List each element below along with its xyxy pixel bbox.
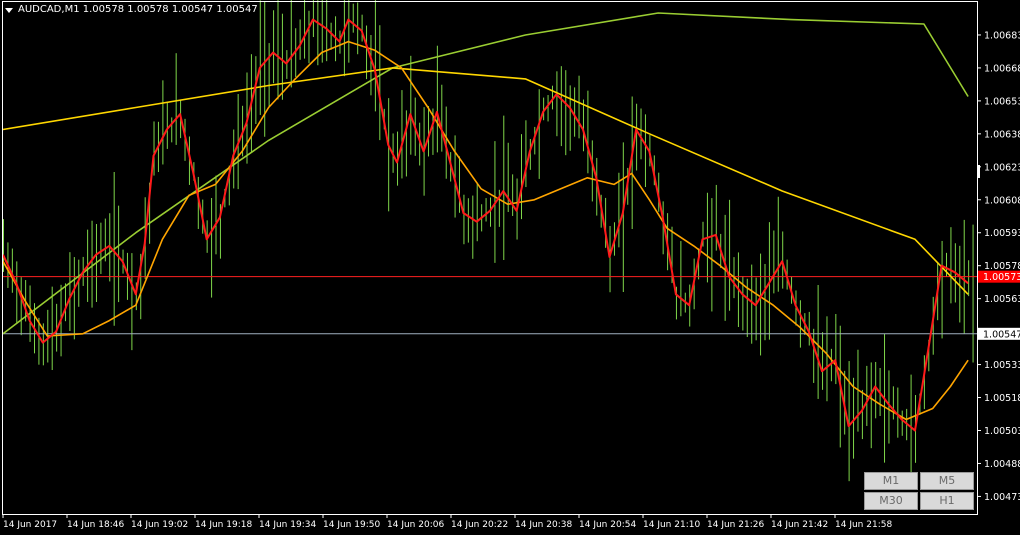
x-tick-label: 14 Jun 19:02 <box>131 520 188 530</box>
x-tick-label: 14 Jun 20:22 <box>451 520 508 530</box>
y-tick-label: 1.00593 <box>984 228 1020 239</box>
x-tick-label: 14 Jun 21:26 <box>707 520 764 530</box>
x-tick-label: 14 Jun 19:34 <box>259 520 316 530</box>
x-tick-label: 14 Jun 20:54 <box>579 520 636 530</box>
y-tick-label: 1.00518 <box>984 393 1020 404</box>
timeframe-button-m5[interactable]: M5 <box>920 472 974 490</box>
y-tick-label: 1.00473 <box>984 492 1020 503</box>
y-tick-label: 1.00488 <box>984 459 1020 470</box>
y-tick-label: 1.00653 <box>984 96 1020 107</box>
y-tick-label: 1.00638 <box>984 129 1020 140</box>
y-tick-label: 1.00668 <box>984 63 1020 74</box>
timeframe-button-h1[interactable]: H1 <box>920 492 974 510</box>
symbol-label: AUDCAD,M1 <box>18 4 80 15</box>
y-tick-label: 1.00533 <box>984 360 1020 371</box>
x-tick-label: 14 Jun 21:10 <box>643 520 700 530</box>
timeframe-button-m1[interactable]: M1 <box>864 472 918 490</box>
ohlc-values: 1.00578 1.00578 1.00547 1.00547 <box>82 4 258 15</box>
chart-background <box>0 0 1020 535</box>
x-tick-label: 14 Jun 21:58 <box>835 520 892 530</box>
bid-price-label: 1.00573 <box>983 272 1020 283</box>
menu-dropdown-icon[interactable] <box>5 8 13 13</box>
x-tick-label: 14 Jun 19:50 <box>323 520 380 530</box>
x-tick-label: 14 Jun 18:46 <box>67 520 124 530</box>
y-tick-label: 1.00608 <box>984 195 1020 206</box>
x-tick-label: 14 Jun 20:38 <box>515 520 572 530</box>
y-tick-label: 1.00623 <box>984 162 1020 173</box>
price-axis[interactable]: 1.00683 1.00668 1.00653 1.00638 1.00623 1.006… <box>977 30 1020 503</box>
x-tick-label: 14 Jun 2017 <box>3 520 57 530</box>
ask-price-label: 1.00547 <box>983 329 1020 340</box>
x-tick-label: 14 Jun 21:42 <box>771 520 828 530</box>
y-tick-label: 1.00503 <box>984 426 1020 437</box>
y-tick-label: 1.00578 <box>984 261 1020 272</box>
timeframe-button-m30[interactable]: M30 <box>864 492 918 510</box>
x-tick-label: 14 Jun 20:06 <box>387 520 444 530</box>
y-tick-label: 1.00683 <box>984 30 1020 41</box>
y-tick-label: 1.00563 <box>984 294 1020 305</box>
chart-title: AUDCAD,M1 1.00578 1.00578 1.00547 1.0054… <box>18 4 258 15</box>
price-chart[interactable]: 1.00683 1.00668 1.00653 1.00638 1.00623 1.006… <box>0 0 1020 535</box>
x-tick-label: 14 Jun 19:18 <box>195 520 252 530</box>
